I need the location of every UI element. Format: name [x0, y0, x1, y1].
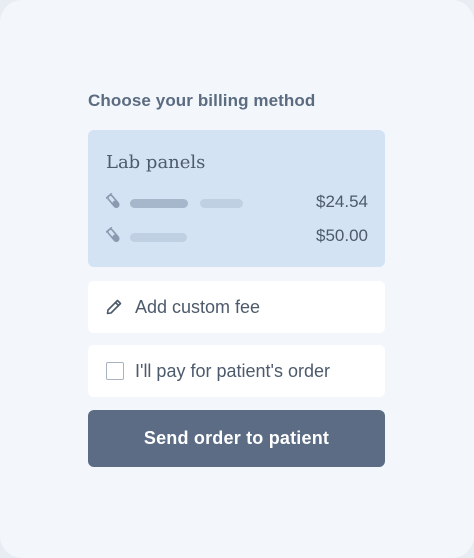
- pay-for-patient-label: I'll pay for patient's order: [135, 361, 330, 381]
- lab-panels-title: Lab panels: [106, 152, 206, 173]
- lab-panel-name-placeholder: [130, 199, 188, 208]
- lab-panel-item: $24.54: [106, 192, 368, 212]
- billing-card: Choose your billing method Lab panels $2…: [0, 0, 474, 558]
- lab-panel-item: $50.00: [106, 226, 368, 246]
- billing-method-heading: Choose your billing method: [88, 91, 316, 110]
- lab-panel-price: $24.54: [316, 192, 368, 211]
- add-custom-fee-button[interactable]: Add custom fee: [88, 281, 385, 333]
- lab-panels-box: Lab panels $24.54 $50.00: [88, 130, 385, 267]
- lab-panel-price: $50.00: [316, 226, 368, 245]
- lab-panel-detail-placeholder: [200, 199, 243, 208]
- pay-for-patient-option[interactable]: I'll pay for patient's order: [88, 345, 385, 397]
- lab-panel-name-placeholder: [130, 233, 187, 242]
- pay-for-patient-checkbox[interactable]: [106, 362, 124, 380]
- test-tube-icon: [106, 227, 120, 242]
- send-order-button[interactable]: Send order to patient: [88, 410, 385, 467]
- test-tube-icon: [106, 193, 120, 208]
- add-custom-fee-label: Add custom fee: [135, 297, 261, 317]
- pencil-icon: [106, 299, 122, 315]
